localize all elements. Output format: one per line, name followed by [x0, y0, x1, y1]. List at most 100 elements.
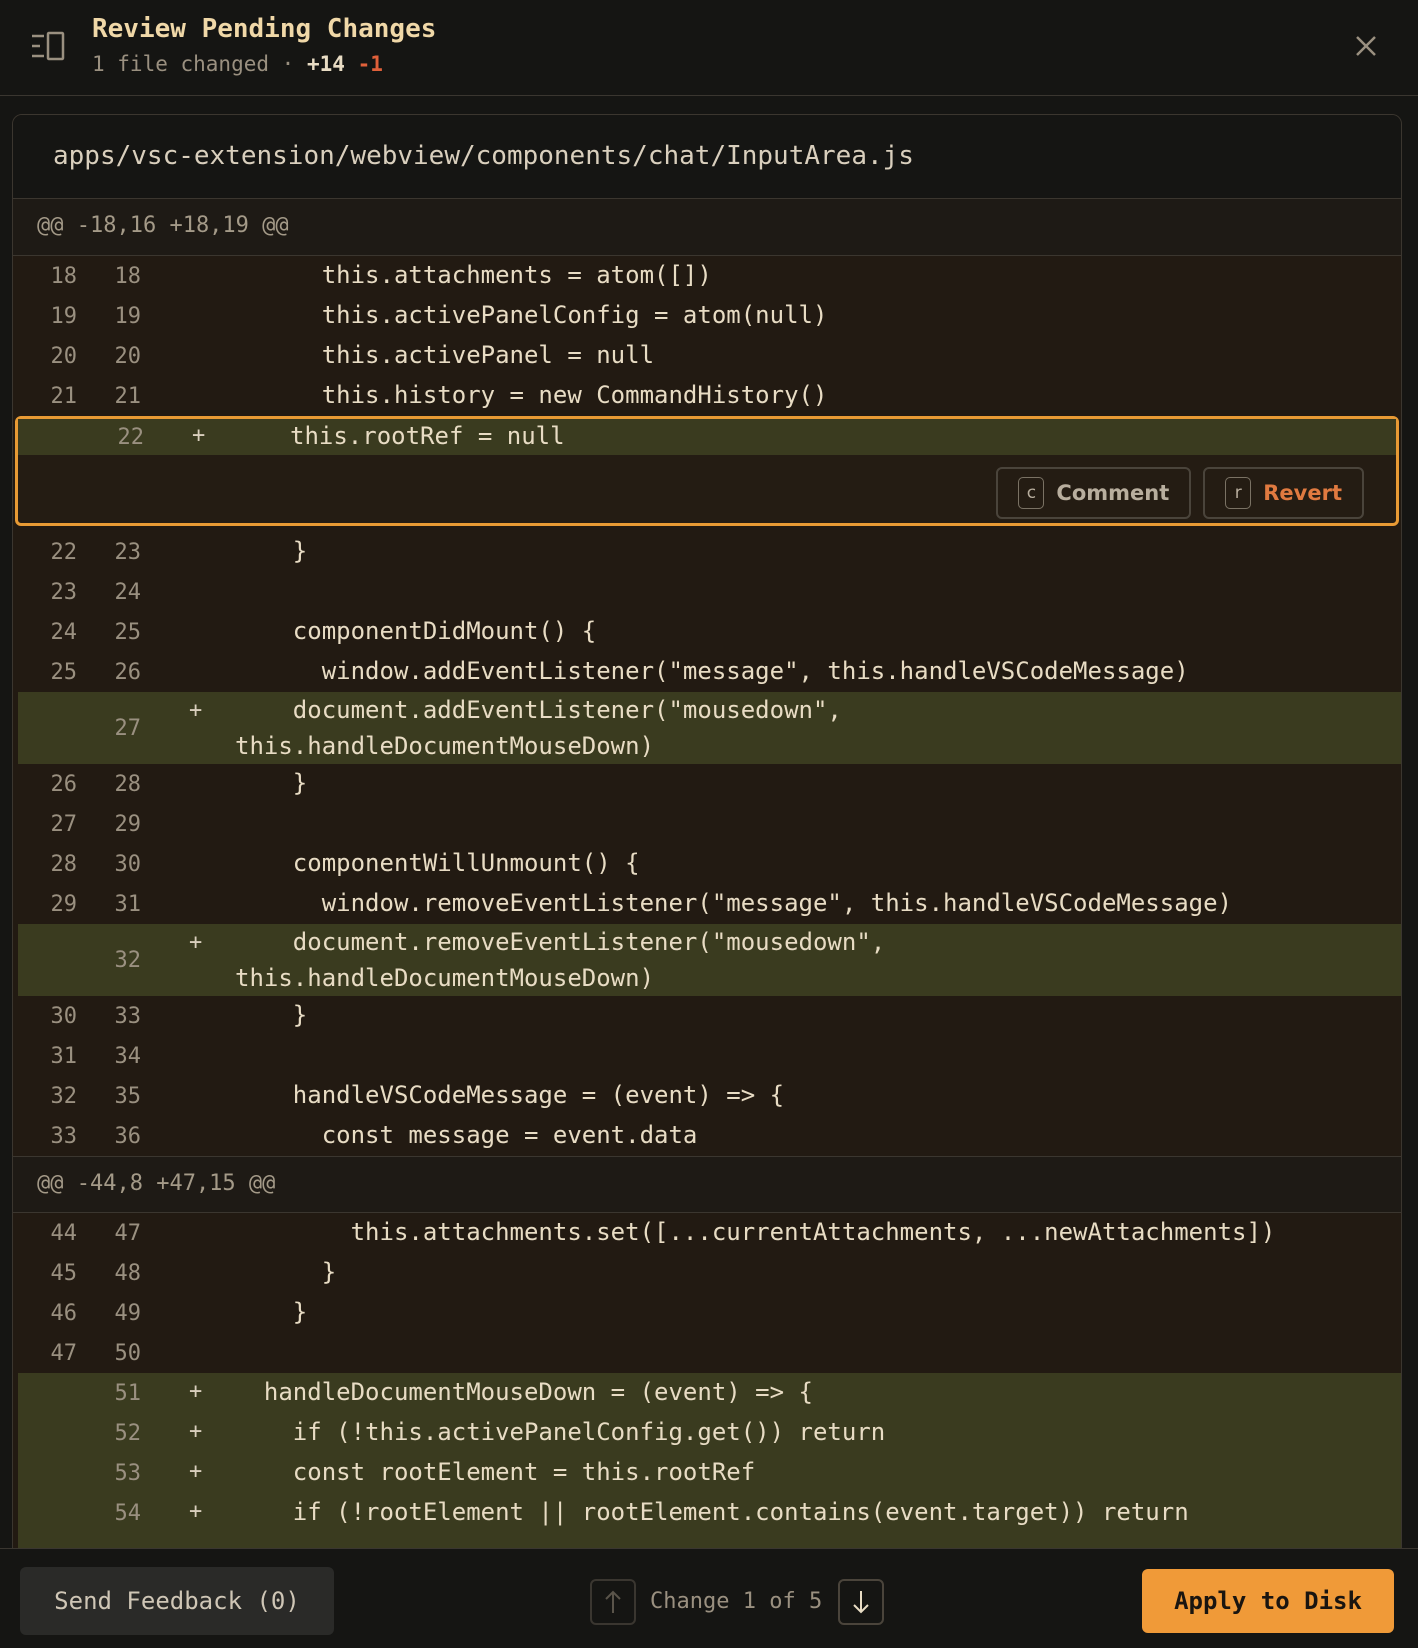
diff-line: 31 34: [13, 1036, 1401, 1076]
added-line: 52 + if (!this.activePanelConfig.get()) …: [18, 1413, 1401, 1453]
old-line-number: 23: [50, 580, 78, 605]
added-marker: +: [189, 1419, 203, 1444]
new-line-number: 33: [114, 1004, 142, 1029]
code-text: window.addEventListener("message", this.…: [235, 657, 1189, 685]
diff-line: 20 20 this.activePanel = null: [13, 336, 1401, 376]
arrow-down-icon: [853, 1591, 869, 1614]
new-line-number: 52: [114, 1421, 142, 1446]
code-text: const rootElement = this.rootRef: [235, 1458, 756, 1486]
send-feedback-button[interactable]: Send Feedback (0): [20, 1567, 334, 1635]
code-text: }: [235, 1001, 308, 1029]
code-text: document.removeEventListener("mousedown"…: [235, 928, 886, 992]
close-icon[interactable]: [1350, 30, 1382, 62]
diff-line: 18 18 this.attachments = atom([]): [13, 256, 1401, 296]
previous-change-button[interactable]: [590, 1579, 636, 1625]
change-counter: Change 1 of 5: [650, 1589, 823, 1614]
new-line-number: 32: [114, 948, 142, 973]
old-line-number: 29: [50, 892, 78, 917]
new-line-number: 25: [114, 620, 142, 645]
new-line-number: 53: [114, 1461, 142, 1486]
added-marker: +: [189, 1379, 203, 1404]
old-line-number: 19: [50, 304, 78, 329]
new-line-number: 19: [114, 304, 142, 329]
diff-line: 24 25 componentDidMount() {: [13, 612, 1401, 652]
new-line-number: 47: [114, 1221, 142, 1246]
added-marker: +: [189, 1459, 203, 1484]
diff-line: 46 49 }: [13, 1293, 1401, 1333]
comment-button[interactable]: c Comment: [996, 467, 1192, 519]
code-text: }: [235, 769, 308, 797]
code-text: const message = event.data: [235, 1121, 698, 1149]
sidebar-toggle-icon[interactable]: [30, 30, 66, 62]
new-line-number: 28: [114, 772, 142, 797]
comment-shortcut-key: c: [1018, 477, 1045, 509]
apply-to-disk-button[interactable]: Apply to Disk: [1142, 1569, 1394, 1633]
next-change-button[interactable]: [838, 1579, 884, 1625]
added-marker: +: [189, 698, 203, 723]
new-line-number: 21: [114, 384, 142, 409]
hunk-header: @@ -44,8 +47,15 @@: [13, 1156, 1401, 1213]
file-path: apps/vsc-extension/webview/components/ch…: [13, 115, 1401, 199]
diff-line: 27 29: [13, 804, 1401, 844]
diff-line: 22 23 }: [13, 532, 1401, 572]
code-text: }: [235, 1298, 308, 1326]
diff-line: 21 21 this.history = new CommandHistory(…: [13, 376, 1401, 416]
change-actions: c Comment r Revert: [996, 467, 1364, 519]
old-line-number: 26: [50, 772, 78, 797]
new-line-number: 31: [114, 892, 142, 917]
added-marker: +: [189, 930, 203, 955]
old-line-number: 24: [50, 620, 78, 645]
code-text: document.addEventListener("mousedown", t…: [235, 696, 842, 760]
old-line-number: 47: [50, 1341, 78, 1366]
added-marker: +: [189, 1499, 203, 1524]
code-text: }: [235, 537, 308, 565]
arrow-up-icon: [605, 1590, 621, 1613]
code-text: if (!this.activePanelConfig.get()) retur…: [235, 1418, 886, 1446]
added-line: 54 + if (!rootElement || rootElement.con…: [18, 1493, 1401, 1533]
added-line: 27 + document.addEventListener("mousedow…: [18, 692, 1401, 764]
revert-button[interactable]: r Revert: [1203, 467, 1364, 519]
new-line-number: 18: [114, 264, 142, 289]
new-line-number: 24: [114, 580, 142, 605]
old-line-number: 28: [50, 852, 78, 877]
old-line-number: 22: [50, 540, 78, 565]
code-text: componentDidMount() {: [235, 617, 597, 645]
new-line-number: 49: [114, 1301, 142, 1326]
new-line-number: 48: [114, 1261, 142, 1286]
hunk-header: @@ -18,16 +18,19 @@: [13, 199, 1401, 256]
diff-line: 25 26 window.addEventListener("message",…: [13, 652, 1401, 692]
code-text: this.rootRef = null: [290, 422, 565, 450]
code-text: this.attachments.set([...currentAttachme…: [235, 1218, 1276, 1246]
new-line-number: 22: [117, 425, 145, 450]
selected-change[interactable]: 22 + this.rootRef = null c Comment r Rev…: [15, 416, 1399, 526]
old-line-number: 25: [50, 660, 78, 685]
diff-line: 28 30 componentWillUnmount() {: [13, 844, 1401, 884]
new-line-number: 23: [114, 540, 142, 565]
old-line-number: 33: [50, 1124, 78, 1149]
code-text: this.activePanel = null: [235, 341, 655, 369]
added-marker: +: [192, 423, 206, 448]
diff-line: 19 19 this.activePanelConfig = atom(null…: [13, 296, 1401, 336]
diff-line: 44 47 this.attachments.set([...currentAt…: [13, 1213, 1401, 1253]
old-line-number: 20: [50, 344, 78, 369]
code-text: window.removeEventListener("message", th…: [235, 889, 1232, 917]
diff-line: 29 31 window.removeEventListener("messag…: [13, 884, 1401, 924]
summary-separator: ·: [281, 52, 295, 76]
old-line-number: 32: [50, 1084, 78, 1109]
diff-line: 30 33 }: [13, 996, 1401, 1036]
diff-line: 32 35 handleVSCodeMessage = (event) => {: [13, 1076, 1401, 1116]
added-line: 51 + handleDocumentMouseDown = (event) =…: [18, 1373, 1401, 1413]
diff-card: apps/vsc-extension/webview/components/ch…: [12, 114, 1402, 1554]
change-summary: 1 file changed · +14 -1: [92, 52, 383, 76]
diff-line: 33 36 const message = event.data: [13, 1116, 1401, 1156]
new-line-number: 34: [114, 1044, 142, 1069]
diff-line: 45 48 }: [13, 1253, 1401, 1293]
new-line-number: 35: [114, 1084, 142, 1109]
deletions-count: -1: [357, 52, 383, 76]
old-line-number: 45: [50, 1261, 78, 1286]
review-footer: Send Feedback (0) Change 1 of 5 Apply to…: [0, 1548, 1418, 1648]
new-line-number: 26: [114, 660, 142, 685]
new-line-number: 30: [114, 852, 142, 877]
diff-line: 26 28 }: [13, 764, 1401, 804]
new-line-number: 54: [114, 1501, 142, 1526]
